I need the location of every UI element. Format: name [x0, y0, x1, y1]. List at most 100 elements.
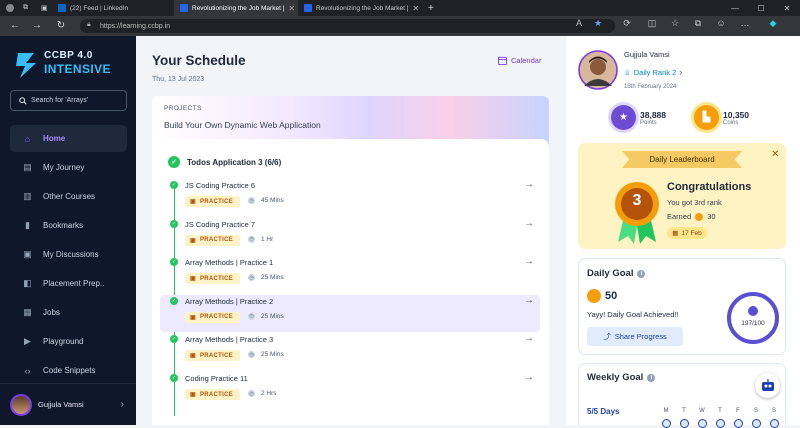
more-menu-icon[interactable]: …: [738, 18, 752, 28]
todo-heading-text: Todos Application 3 (6/6): [187, 157, 282, 167]
collections-icon[interactable]: ⧉: [691, 18, 705, 29]
congratulations-text: Congratulations: [667, 181, 752, 193]
star-icon: [748, 306, 758, 316]
arrow-right-icon[interactable]: →: [524, 333, 534, 344]
ccbp-logo[interactable]: CCBP 4.0 INTENSIVE: [14, 50, 129, 80]
daily-goal-card: Daily Goal i 50 Yayy! Daily Goal Achieve…: [578, 258, 786, 355]
info-icon[interactable]: i: [637, 269, 646, 278]
chatbot-robot-icon[interactable]: [755, 373, 780, 398]
read-aloud-icon[interactable]: A: [572, 18, 586, 28]
practice-badge: ▣ PRACTICE: [185, 311, 240, 323]
browser-tab-linkedin[interactable]: (22) Feed | LinkedIn: [52, 0, 174, 16]
minimize-icon[interactable]: —: [722, 0, 748, 16]
arrow-right-icon[interactable]: →: [524, 256, 534, 267]
sidebar-item-my-discussions[interactable]: ▣ My Discussions: [10, 241, 127, 268]
new-tab-button[interactable]: +: [422, 0, 440, 16]
points-label: Points: [640, 119, 657, 126]
main-content: Your Schedule Thu, 13 Jul 2023 Calendar …: [136, 36, 566, 425]
task-name: Coding Practice 11: [185, 374, 248, 383]
ccbp-favicon-icon: [180, 4, 188, 12]
favorite-star-icon[interactable]: ★: [591, 18, 605, 29]
sidebar-item-jobs[interactable]: ▦ Jobs: [10, 299, 127, 326]
practice-badge-label: PRACTICE: [199, 314, 234, 321]
coins-stat[interactable]: ▙ 10,350 Coins: [694, 105, 749, 130]
book-icon: ▥: [23, 191, 32, 201]
share-progress-button[interactable]: ⤴ Share Progress: [587, 327, 683, 346]
arrow-right-icon[interactable]: →: [524, 295, 534, 306]
sidebar-item-label: Jobs: [43, 308, 60, 317]
sidebar-item-playground[interactable]: ▶ Playground: [10, 328, 127, 355]
check-circle-icon: ✓: [170, 374, 178, 382]
tab-actions-icon[interactable]: ▣: [35, 0, 52, 16]
clipboard-icon: ▣: [190, 199, 196, 205]
earned-label: Earned: [667, 212, 692, 221]
discussion-icon: ▣: [23, 249, 32, 259]
check-circle-icon: ✓: [170, 296, 178, 305]
arrow-right-icon[interactable]: →: [524, 218, 534, 229]
sidebar-item-placement-prep[interactable]: ◧ Placement Prep..: [10, 270, 127, 297]
daily-goal-title: Daily Goal i: [587, 268, 646, 279]
task-name: Array Methods | Practice 3: [185, 335, 274, 345]
task-row[interactable]: ✓ Array Methods | Practice 1 ▣ PRACTICE ◷ 25 …: [160, 256, 540, 293]
info-icon[interactable]: i: [647, 373, 656, 382]
workspaces-icon[interactable]: ⧉: [17, 0, 35, 16]
refresh-icon[interactable]: ↻: [50, 20, 72, 31]
clipboard-icon: ▣: [190, 392, 196, 398]
task-row[interactable]: ✓ Array Methods | Practice 3 ▣ PRACTICE ◷ 25 …: [160, 333, 540, 370]
date-badge: ▦ 17 Feb: [667, 227, 707, 239]
points-stat[interactable]: ★ 38,888 Points: [611, 105, 666, 130]
daily-rank-link[interactable]: ♕ Daily Rank 2 ›: [624, 67, 682, 77]
practice-badge-label: PRACTICE: [199, 198, 234, 205]
sidebar-item-label: Other Courses: [43, 192, 96, 201]
weekly-goal-title-text: Weekly Goal: [587, 372, 644, 383]
address-bar[interactable]: 🔒︎ https://learning.ccbp.in: [80, 19, 615, 33]
forward-icon[interactable]: →: [26, 20, 48, 31]
task-duration: 25 Mins: [261, 351, 284, 359]
task-row[interactable]: ✓ JS Coding Practice 6 ▣ PRACTICE ◷ 45 Mins →: [160, 179, 540, 216]
split-screen-icon[interactable]: ◫: [645, 18, 659, 29]
sidebar-item-code-snippets[interactable]: ‹› Code Snippets: [10, 357, 127, 384]
browser-tab-ccbp-1[interactable]: Revolutionizing the Job Market | ✕: [174, 0, 298, 16]
close-window-icon[interactable]: ✕: [774, 0, 800, 16]
weekday-progress-circle: [751, 419, 761, 428]
sidebar-item-bookmarks[interactable]: ▮ Bookmarks: [10, 212, 127, 239]
todo-heading[interactable]: ✓ Todos Application 3 (6/6): [168, 156, 281, 168]
sidebar-item-label: Home: [43, 134, 66, 143]
arrow-right-icon[interactable]: →: [524, 179, 534, 190]
calendar-link[interactable]: Calendar: [498, 56, 541, 65]
daily-goal-value-row: 50: [587, 289, 617, 303]
favorites-icon[interactable]: ☆: [668, 18, 682, 29]
task-row[interactable]: ✓ JS Coding Practice 7 ▣ PRACTICE ◷ 1 Hr →: [160, 218, 540, 255]
browser-profile-icon[interactable]: [0, 0, 17, 16]
profile-icon[interactable]: ☺: [714, 18, 728, 28]
project-label: PROJECTS: [164, 105, 202, 112]
extensions-icon[interactable]: ⟳: [620, 18, 634, 29]
search-placeholder: Search for 'Arrays': [31, 97, 89, 104]
close-tab-icon[interactable]: ✕: [412, 4, 419, 13]
arrow-right-icon[interactable]: →: [524, 372, 534, 383]
sidebar-item-other-courses[interactable]: ▥ Other Courses: [10, 183, 127, 210]
placement-icon: ◧: [23, 278, 32, 288]
clock-icon: ◷: [248, 390, 255, 397]
sidebar-profile[interactable]: Gujjula Vamsi ›: [0, 383, 136, 425]
close-tab-icon[interactable]: ✕: [288, 4, 295, 13]
check-circle-icon: ✓: [170, 258, 178, 267]
task-row[interactable]: ✓ Array Methods | Practice 2 ▣ PRACTICE ◷ 25 …: [160, 294, 540, 332]
profile-avatar[interactable]: [578, 50, 618, 90]
logo-text-line2: INTENSIVE: [44, 62, 111, 76]
profile-name: Gujjula Vamsi: [624, 50, 670, 59]
linkedin-favicon-icon: [58, 4, 66, 12]
task-row[interactable]: ✓ Coding Practice 11 ▣ PRACTICE ◷ 2 Hrs →: [160, 372, 540, 409]
sidebar-item-my-journey[interactable]: ▤ My Journey: [10, 154, 127, 181]
sidebar-item-home[interactable]: ⌂ Home: [10, 125, 127, 152]
bookmark-icon: ▮: [25, 220, 30, 230]
earned-row: Earned 30: [667, 212, 716, 221]
close-icon[interactable]: ✕: [771, 149, 779, 160]
back-icon[interactable]: ←: [4, 20, 26, 31]
daily-goal-title-text: Daily Goal: [587, 268, 634, 279]
maximize-icon[interactable]: ☐: [748, 0, 774, 16]
copilot-icon[interactable]: ◆: [766, 18, 780, 29]
browser-tab-ccbp-2[interactable]: Revolutionizing the Job Market | ✕: [298, 0, 422, 16]
lock-icon: 🔒︎: [87, 21, 91, 28]
search-input[interactable]: Search for 'Arrays': [10, 90, 127, 111]
